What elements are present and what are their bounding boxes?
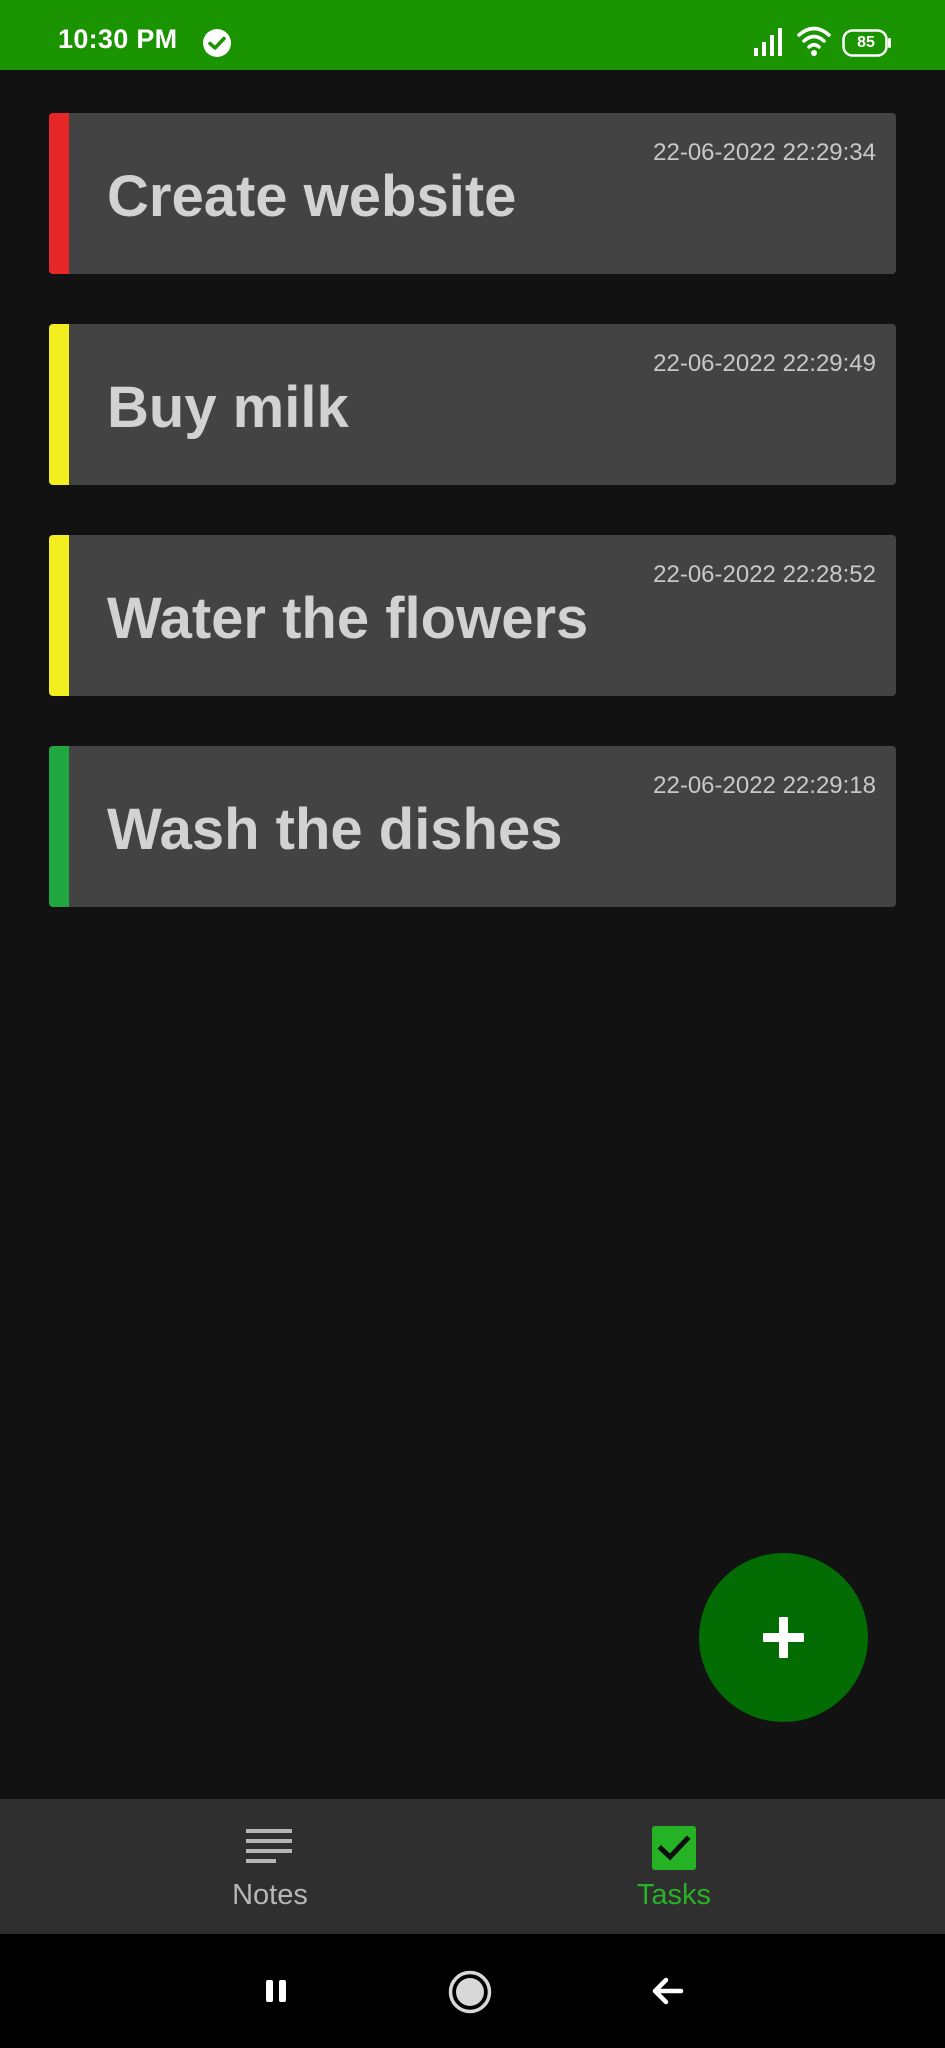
task-card[interactable]: 22-06-2022 22:29:18 Wash the dishes: [49, 746, 896, 907]
task-card[interactable]: 22-06-2022 22:29:34 Create website: [49, 113, 896, 274]
task-card[interactable]: 22-06-2022 22:29:49 Buy milk: [49, 324, 896, 485]
task-title: Water the flowers: [107, 586, 589, 651]
bottom-navigation: Notes Tasks: [0, 1799, 945, 1934]
priority-indicator: [49, 113, 69, 274]
plus-icon: [763, 1617, 804, 1658]
task-timestamp: 22-06-2022 22:29:34: [653, 139, 876, 166]
status-time: 10:30 PM: [58, 24, 178, 54]
signal-icon: [754, 28, 782, 56]
check-circle-icon: [203, 29, 231, 57]
task-title: Wash the dishes: [107, 797, 563, 862]
recents-icon[interactable]: [262, 1978, 290, 2004]
tasks-check-icon: [652, 1826, 696, 1870]
task-title: Create website: [107, 164, 517, 229]
nav-label-notes: Notes: [232, 1879, 308, 1911]
priority-indicator: [49, 746, 69, 907]
add-task-button[interactable]: [699, 1553, 868, 1722]
status-bar: 10:30 PM 85: [0, 0, 945, 70]
priority-indicator: [49, 535, 69, 696]
task-title: Buy milk: [107, 375, 349, 440]
system-navigation-bar: [0, 1934, 945, 2048]
wifi-icon: [797, 26, 831, 56]
nav-item-tasks[interactable]: Tasks: [472, 1799, 944, 1934]
notes-icon: [246, 1829, 292, 1863]
battery-level: 85: [857, 34, 875, 51]
task-timestamp: 22-06-2022 22:29:49: [653, 350, 876, 377]
priority-indicator: [49, 324, 69, 485]
nav-item-notes[interactable]: Notes: [0, 1799, 472, 1934]
task-timestamp: 22-06-2022 22:29:18: [653, 772, 876, 799]
back-icon[interactable]: [652, 1976, 684, 2006]
home-icon[interactable]: [448, 1970, 492, 2014]
task-timestamp: 22-06-2022 22:28:52: [653, 561, 876, 588]
nav-label-tasks: Tasks: [636, 1879, 712, 1911]
task-card[interactable]: 22-06-2022 22:28:52 Water the flowers: [49, 535, 896, 696]
app-screen: 10:30 PM 85 22-06-2022 22:29:34 Create w…: [0, 0, 945, 2048]
